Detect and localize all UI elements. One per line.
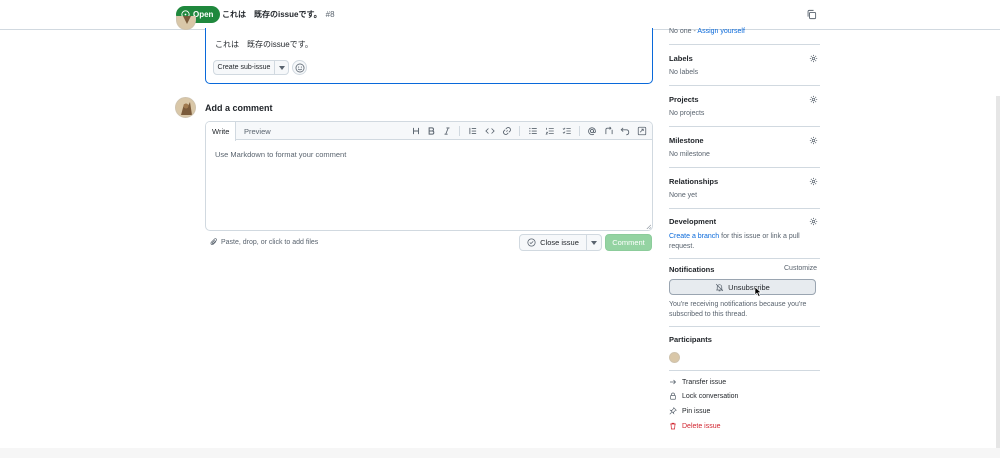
development-text: for this issue or link a pull xyxy=(719,233,800,240)
unsubscribe-label: Unsubscribe xyxy=(728,282,770,292)
unsubscribe-button[interactable]: Unsubscribe xyxy=(669,279,816,295)
notifications-heading: Notifications xyxy=(669,265,715,274)
development-text-line2: request. xyxy=(669,243,695,250)
trash-icon xyxy=(670,422,676,430)
gear-icon[interactable] xyxy=(809,95,818,104)
toolbar-divider xyxy=(579,126,580,136)
projects-value: No projects xyxy=(669,110,705,117)
sidebar-divider xyxy=(669,167,820,168)
create-sub-issue-label[interactable]: Create sub-issue xyxy=(214,61,275,74)
task-list-icon[interactable] xyxy=(562,126,572,136)
relationships-value: None yet xyxy=(669,192,698,199)
add-comment-heading: Add a comment xyxy=(205,103,273,113)
issue-title-text: これは 既存のissueです。 xyxy=(222,10,322,19)
bell-slash-icon xyxy=(716,283,724,291)
comment-textarea[interactable]: Use Markdown to format your comment xyxy=(215,150,346,159)
create-branch-link[interactable]: Create a branch xyxy=(669,233,719,240)
tab-write[interactable]: Write xyxy=(206,122,237,141)
issue-closed-icon xyxy=(527,238,536,247)
development-heading[interactable]: Development xyxy=(669,217,716,226)
labels-value: No labels xyxy=(669,69,699,76)
link-icon[interactable] xyxy=(502,126,512,136)
transfer-issue-action[interactable]: Transfer issue xyxy=(669,378,726,386)
delete-issue-action[interactable]: Delete issue xyxy=(669,422,721,430)
projects-heading[interactable]: Projects xyxy=(669,95,699,104)
relationships-heading[interactable]: Relationships xyxy=(669,177,718,186)
arrow-right-icon xyxy=(670,379,677,385)
ordered-list-icon[interactable] xyxy=(545,126,555,136)
italic-icon[interactable] xyxy=(442,126,452,136)
issue-number: #8 xyxy=(325,10,335,19)
sidebar-divider xyxy=(669,326,820,327)
chevron-down-icon[interactable] xyxy=(275,61,288,74)
sidebar-divider xyxy=(669,44,820,45)
attach-files[interactable]: Paste, drop, or click to add files xyxy=(210,238,318,246)
issue-title: これは 既存のissueです。 #8 xyxy=(222,9,335,20)
milestone-heading[interactable]: Milestone xyxy=(669,136,704,145)
create-sub-issue-button[interactable]: Create sub-issue xyxy=(213,60,289,75)
sidebar-divider xyxy=(669,126,820,127)
lock-icon xyxy=(670,392,676,400)
smiley-icon xyxy=(295,63,304,72)
lock-conversation-action[interactable]: Lock conversation xyxy=(669,392,738,400)
heading-icon[interactable] xyxy=(411,126,421,136)
sticky-header: Open これは 既存のissueです。 #8 xyxy=(0,0,1000,30)
toolbar-divider xyxy=(459,126,460,136)
comment-button[interactable]: Comment xyxy=(605,234,652,251)
toolbar-divider xyxy=(519,126,520,136)
transfer-issue-label: Transfer issue xyxy=(682,378,727,386)
notification-reason-text: You're receiving notifications because y… xyxy=(669,301,807,318)
issue-body-text: これは 既存のissueです。 xyxy=(215,40,313,49)
participants-heading: Participants xyxy=(669,335,712,344)
lock-conversation-label: Lock conversation xyxy=(682,392,739,400)
attach-files-label: Paste, drop, or click to add files xyxy=(221,238,319,246)
participant-avatar[interactable] xyxy=(669,352,680,363)
gear-icon[interactable] xyxy=(809,177,818,186)
bold-icon[interactable] xyxy=(426,126,436,136)
mention-icon[interactable] xyxy=(587,126,597,136)
add-reaction-button[interactable] xyxy=(292,60,307,75)
assignees-value: No one - Assign yourself xyxy=(669,28,745,35)
sidebar-divider xyxy=(669,258,820,259)
fullscreen-icon[interactable] xyxy=(637,126,647,136)
gear-icon[interactable] xyxy=(809,54,818,63)
paperclip-icon xyxy=(210,238,217,245)
page-bottom-edge xyxy=(0,448,1000,458)
reference-icon[interactable] xyxy=(604,126,614,136)
close-issue-main[interactable]: Close issue xyxy=(520,235,587,250)
tab-preview[interactable]: Preview xyxy=(238,122,277,140)
undo-icon[interactable] xyxy=(620,126,630,136)
copy-icon[interactable] xyxy=(806,9,817,20)
unordered-list-icon[interactable] xyxy=(528,126,538,136)
assign-yourself-link[interactable]: Assign yourself xyxy=(697,28,744,35)
sidebar-divider xyxy=(669,208,820,209)
labels-heading[interactable]: Labels xyxy=(669,54,693,63)
delete-issue-label: Delete issue xyxy=(682,422,721,430)
mouse-cursor-icon xyxy=(754,287,762,297)
code-icon[interactable] xyxy=(485,126,495,136)
milestone-value: No milestone xyxy=(669,151,710,158)
current-user-avatar[interactable] xyxy=(175,97,196,118)
issue-state-label: Open xyxy=(193,10,214,19)
customize-notifications-link[interactable]: Customize xyxy=(784,265,817,272)
close-issue-button[interactable]: Close issue xyxy=(519,234,602,251)
quote-icon[interactable] xyxy=(468,126,478,136)
chevron-down-icon[interactable] xyxy=(587,235,601,250)
assignees-none: No one - xyxy=(669,28,698,35)
page-scrollbar[interactable] xyxy=(996,96,1000,458)
issue-body-card xyxy=(205,28,653,84)
comment-editor[interactable]: Write Preview Use Markdown to format you… xyxy=(205,121,653,231)
pin-issue-label: Pin issue xyxy=(682,407,711,415)
development-value: Create a branch for this issue or link a… xyxy=(669,232,820,252)
gear-icon[interactable] xyxy=(809,217,818,226)
sidebar-divider xyxy=(669,85,820,86)
editor-toolbar: Write Preview xyxy=(206,122,652,141)
gear-icon[interactable] xyxy=(809,136,818,145)
pin-issue-action[interactable]: Pin issue xyxy=(669,407,710,415)
resize-handle-icon[interactable] xyxy=(646,224,651,229)
close-issue-label: Close issue xyxy=(540,238,579,247)
sidebar-divider xyxy=(669,370,820,371)
pin-icon xyxy=(669,407,677,415)
